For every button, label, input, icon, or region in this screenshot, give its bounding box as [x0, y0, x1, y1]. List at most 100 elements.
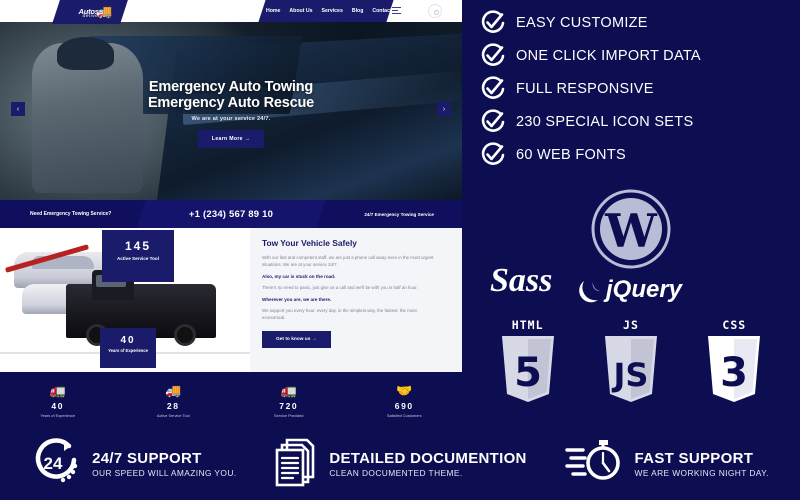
- feature-label: 230 SPECIAL ICON SETS: [516, 113, 694, 130]
- check-circle-icon: [480, 108, 506, 135]
- badge-label: Active Service Tool: [116, 256, 160, 261]
- feature-list: EASY CUSTOMIZE ONE CLICK IMPORT DATA FUL…: [480, 6, 790, 171]
- about-paragraph-3: We support you every hour, every day, in…: [262, 308, 417, 320]
- bottom-title: 24/7 SUPPORT: [92, 450, 202, 467]
- js-shield: JS JS: [601, 318, 661, 409]
- hero-text-block: Emergency Auto Towing Emergency Auto Res…: [0, 79, 462, 148]
- html5-shield: HTML 5: [498, 318, 558, 409]
- bottom-text-block: FAST SUPPORT WE ARE WORKING NIGHT DAY.: [635, 450, 769, 478]
- stat-caption: Service Provided: [274, 412, 304, 418]
- bottom-item-documentation: DETAILED DOCUMENTION CLEAN DOCUMENTED TH…: [267, 437, 534, 492]
- feature-label: EASY CUSTOMIZE: [516, 14, 648, 31]
- tech-shields: HTML 5 JS JS CSS 3: [476, 318, 786, 409]
- feature-item-icon-sets: 230 SPECIAL ICON SETS: [480, 105, 790, 138]
- sass-logo: Sass: [490, 262, 553, 299]
- get-to-know-us-button[interactable]: Get to know us →: [262, 331, 331, 348]
- about-subheading-1: Also, my car is stuck on the road.: [262, 274, 336, 279]
- bottom-title: FAST SUPPORT: [634, 450, 754, 467]
- stat-item: 🚚 28 Active Service Tool: [116, 383, 232, 418]
- bottom-item-support: 24 24/7 SUPPORT OUR SPEED WILL AMAZING Y…: [0, 436, 267, 493]
- emergency-info-bar: Need Emergency Towing Service? +1 (234) …: [0, 200, 462, 228]
- feature-item-easy-customize: EASY CUSTOMIZE: [480, 6, 790, 39]
- feature-item-web-fonts: 60 WEB FONTS: [480, 138, 790, 171]
- main-nav: Home About Us Services Blog Contact: [266, 0, 392, 22]
- hero-title-line2: Emergency Auto Rescue: [147, 94, 315, 111]
- shield-name: JS: [623, 318, 639, 332]
- stat-item: 🚛 40 Years of Experience: [0, 383, 116, 418]
- feature-label: FULL RESPONSIVE: [516, 80, 654, 97]
- clock-24-icon: 24: [30, 436, 82, 493]
- flatbed-truck-icon: 🚛: [280, 382, 297, 398]
- nav-item-services[interactable]: Services: [321, 8, 342, 14]
- badge-number: 40: [120, 335, 136, 346]
- stopwatch-icon: [564, 436, 625, 493]
- nav-item-contact[interactable]: Contact: [372, 8, 391, 14]
- svg-text:5: 5: [514, 350, 542, 396]
- about-paragraph-2: There's no need to panic, just give us a…: [262, 285, 418, 290]
- svg-text:W: W: [604, 204, 658, 258]
- svg-text:JS: JS: [612, 356, 649, 394]
- stat-caption: Satisfied Customers: [386, 412, 422, 418]
- nav-item-home[interactable]: Home: [266, 8, 280, 14]
- stat-number: 28: [166, 400, 180, 411]
- about-subheading-2: Wherever you are, we are there.: [262, 297, 332, 302]
- truck-wheel-rear: [174, 324, 196, 346]
- feature-label: 60 WEB FONTS: [516, 146, 626, 163]
- handshake-icon: 🤝: [396, 382, 413, 398]
- shield-name: CSS: [722, 318, 747, 332]
- site-logo[interactable]: Autosup: [58, 1, 128, 23]
- years-experience-badge: 40 Years of Experience: [100, 328, 156, 368]
- documents-icon: [273, 437, 319, 492]
- svg-text:24: 24: [44, 454, 63, 473]
- stats-section: 🚛 40 Years of Experience 🚚 28 Active Ser…: [0, 372, 462, 428]
- check-circle-icon: [480, 42, 506, 69]
- screenshot-canvas: Autosup delivery 🚚 Home About Us Service…: [0, 0, 800, 500]
- hero-learn-more-button[interactable]: Learn More →: [197, 130, 265, 148]
- bottom-item-fast-support: FAST SUPPORT WE ARE WORKING NIGHT DAY.: [533, 436, 800, 493]
- logo-subtitle: delivery: [82, 13, 104, 18]
- stat-item: 🚛 720 Service Provided: [231, 383, 347, 418]
- feature-label: ONE CLICK IMPORT DATA: [516, 47, 701, 64]
- crane-truck-icon: 🚚: [165, 382, 182, 398]
- stat-caption: Active Service Tool: [156, 412, 190, 418]
- stat-number: 40: [51, 400, 65, 411]
- website-mockup: Autosup delivery 🚚 Home About Us Service…: [0, 0, 462, 428]
- search-icon[interactable]: [428, 4, 442, 18]
- hero-subtitle: We are at your service 24/7.: [191, 116, 271, 122]
- site-header: Autosup delivery 🚚 Home About Us Service…: [0, 0, 462, 24]
- hamburger-icon[interactable]: [392, 7, 401, 15]
- bottom-subtitle: WE ARE WORKING NIGHT DAY.: [634, 468, 769, 478]
- bottom-subtitle: CLEAN DOCUMENTED THEME.: [329, 468, 463, 478]
- nav-item-about-us[interactable]: About Us: [289, 8, 312, 14]
- about-section: 145 Active Service Tool 40 Years of Expe…: [0, 228, 462, 372]
- slider-prev-arrow[interactable]: ‹: [11, 102, 25, 116]
- svg-text:3: 3: [720, 350, 748, 396]
- css3-shield: CSS 3: [704, 318, 764, 409]
- info-bar-note: 24/7 Emergency Towing Service: [364, 211, 434, 217]
- jquery-mark-icon: [578, 278, 604, 309]
- check-circle-icon: [480, 141, 506, 168]
- stat-number: 720: [279, 400, 299, 411]
- shield-name: HTML: [511, 318, 544, 332]
- stat-number: 690: [394, 400, 414, 411]
- check-circle-icon: [480, 9, 506, 36]
- slider-next-arrow[interactable]: ›: [437, 102, 451, 116]
- badge-number: 145: [124, 239, 152, 253]
- badge-label: Years of Experience: [108, 348, 148, 353]
- feature-item-one-click-import: ONE CLICK IMPORT DATA: [480, 39, 790, 72]
- hero-title-line1: Emergency Auto Towing: [148, 79, 314, 95]
- about-text-block: Tow Your Vehicle Safely With our fast an…: [262, 238, 438, 348]
- features-panel: EASY CUSTOMIZE ONE CLICK IMPORT DATA FUL…: [462, 0, 800, 428]
- stat-caption: Years of Experience: [40, 412, 76, 418]
- bottom-feature-bar: 24 24/7 SUPPORT OUR SPEED WILL AMAZING Y…: [0, 428, 800, 500]
- jquery-logo: jQuery: [606, 276, 683, 303]
- bottom-text-block: DETAILED DOCUMENTION CLEAN DOCUMENTED TH…: [329, 450, 526, 478]
- hero-slider: Emergency Auto Towing Emergency Auto Res…: [0, 22, 462, 200]
- stat-item: 🤝 690 Satisfied Customers: [347, 383, 463, 418]
- about-paragraph-1: With our fast and competent staff, we ar…: [262, 255, 434, 267]
- wordpress-logo: W: [590, 188, 672, 275]
- bottom-subtitle: OUR SPEED WILL AMAZING YOU.: [92, 468, 237, 478]
- bottom-text-block: 24/7 SUPPORT OUR SPEED WILL AMAZING YOU.: [92, 450, 236, 478]
- nav-item-blog[interactable]: Blog: [352, 8, 364, 14]
- about-heading: Tow Your Vehicle Safely: [262, 238, 357, 248]
